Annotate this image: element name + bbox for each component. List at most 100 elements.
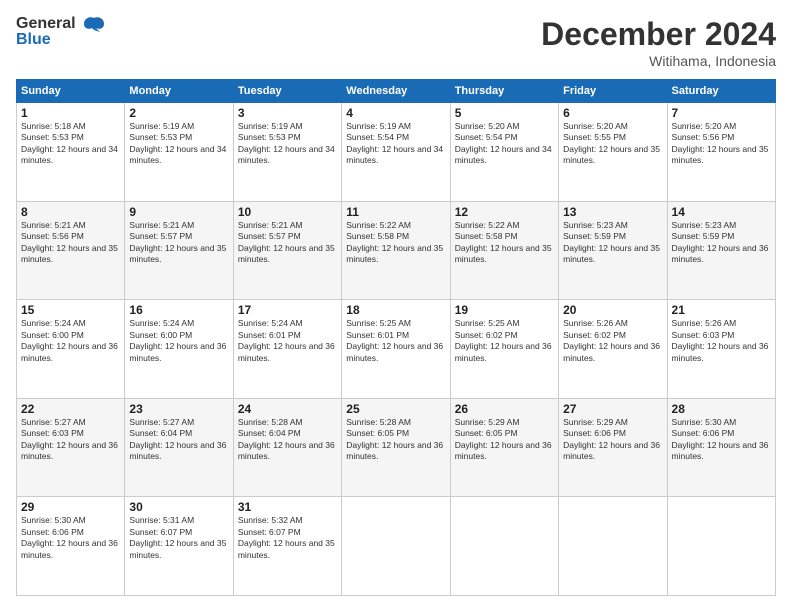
day-number: 23 (129, 402, 228, 416)
day-number: 20 (563, 303, 662, 317)
day-number: 14 (672, 205, 771, 219)
month-title: December 2024 (541, 16, 776, 53)
week-row-3: 15 Sunrise: 5:24 AMSunset: 6:00 PMDaylig… (17, 300, 776, 399)
day-info: Sunrise: 5:24 AMSunset: 6:01 PMDaylight:… (238, 318, 335, 362)
header-saturday: Saturday (667, 80, 775, 103)
calendar-cell: 15 Sunrise: 5:24 AMSunset: 6:00 PMDaylig… (17, 300, 125, 399)
header-thursday: Thursday (450, 80, 558, 103)
calendar-cell: 17 Sunrise: 5:24 AMSunset: 6:01 PMDaylig… (233, 300, 341, 399)
day-info: Sunrise: 5:20 AMSunset: 5:56 PMDaylight:… (672, 121, 769, 165)
calendar-cell: 23 Sunrise: 5:27 AMSunset: 6:04 PMDaylig… (125, 398, 233, 497)
day-info: Sunrise: 5:24 AMSunset: 6:00 PMDaylight:… (21, 318, 118, 362)
day-number: 18 (346, 303, 445, 317)
calendar-cell: 20 Sunrise: 5:26 AMSunset: 6:02 PMDaylig… (559, 300, 667, 399)
calendar-cell: 6 Sunrise: 5:20 AMSunset: 5:55 PMDayligh… (559, 103, 667, 202)
calendar-cell: 30 Sunrise: 5:31 AMSunset: 6:07 PMDaylig… (125, 497, 233, 596)
calendar-cell (559, 497, 667, 596)
calendar-cell: 31 Sunrise: 5:32 AMSunset: 6:07 PMDaylig… (233, 497, 341, 596)
calendar-header-row: Sunday Monday Tuesday Wednesday Thursday… (17, 80, 776, 103)
day-number: 3 (238, 106, 337, 120)
day-info: Sunrise: 5:29 AMSunset: 6:05 PMDaylight:… (455, 417, 552, 461)
logo: General Blue (16, 16, 108, 48)
calendar-cell: 25 Sunrise: 5:28 AMSunset: 6:05 PMDaylig… (342, 398, 450, 497)
calendar-cell (450, 497, 558, 596)
day-number: 22 (21, 402, 120, 416)
calendar-cell: 26 Sunrise: 5:29 AMSunset: 6:05 PMDaylig… (450, 398, 558, 497)
day-number: 16 (129, 303, 228, 317)
calendar-cell: 3 Sunrise: 5:19 AMSunset: 5:53 PMDayligh… (233, 103, 341, 202)
calendar-cell: 29 Sunrise: 5:30 AMSunset: 6:06 PMDaylig… (17, 497, 125, 596)
header: General Blue December 2024 Witihama, Ind… (16, 16, 776, 69)
header-wednesday: Wednesday (342, 80, 450, 103)
day-info: Sunrise: 5:29 AMSunset: 6:06 PMDaylight:… (563, 417, 660, 461)
logo-general: General (16, 16, 76, 32)
day-info: Sunrise: 5:25 AMSunset: 6:02 PMDaylight:… (455, 318, 552, 362)
calendar-cell: 14 Sunrise: 5:23 AMSunset: 5:59 PMDaylig… (667, 201, 775, 300)
calendar-cell: 28 Sunrise: 5:30 AMSunset: 6:06 PMDaylig… (667, 398, 775, 497)
calendar-cell (342, 497, 450, 596)
day-number: 7 (672, 106, 771, 120)
calendar-cell: 13 Sunrise: 5:23 AMSunset: 5:59 PMDaylig… (559, 201, 667, 300)
calendar-cell: 16 Sunrise: 5:24 AMSunset: 6:00 PMDaylig… (125, 300, 233, 399)
day-number: 1 (21, 106, 120, 120)
header-tuesday: Tuesday (233, 80, 341, 103)
header-sunday: Sunday (17, 80, 125, 103)
day-info: Sunrise: 5:19 AMSunset: 5:53 PMDaylight:… (238, 121, 335, 165)
calendar-cell: 5 Sunrise: 5:20 AMSunset: 5:54 PMDayligh… (450, 103, 558, 202)
calendar-cell: 4 Sunrise: 5:19 AMSunset: 5:54 PMDayligh… (342, 103, 450, 202)
day-info: Sunrise: 5:21 AMSunset: 5:57 PMDaylight:… (238, 220, 335, 264)
calendar-cell: 8 Sunrise: 5:21 AMSunset: 5:56 PMDayligh… (17, 201, 125, 300)
day-info: Sunrise: 5:23 AMSunset: 5:59 PMDaylight:… (672, 220, 769, 264)
day-info: Sunrise: 5:21 AMSunset: 5:57 PMDaylight:… (129, 220, 226, 264)
day-number: 17 (238, 303, 337, 317)
day-info: Sunrise: 5:32 AMSunset: 6:07 PMDaylight:… (238, 515, 335, 559)
day-number: 4 (346, 106, 445, 120)
header-friday: Friday (559, 80, 667, 103)
day-number: 13 (563, 205, 662, 219)
day-info: Sunrise: 5:30 AMSunset: 6:06 PMDaylight:… (672, 417, 769, 461)
calendar-cell: 11 Sunrise: 5:22 AMSunset: 5:58 PMDaylig… (342, 201, 450, 300)
logo-blue-text: Blue (16, 32, 76, 48)
day-info: Sunrise: 5:28 AMSunset: 6:05 PMDaylight:… (346, 417, 443, 461)
day-info: Sunrise: 5:24 AMSunset: 6:00 PMDaylight:… (129, 318, 226, 362)
calendar-cell: 2 Sunrise: 5:19 AMSunset: 5:53 PMDayligh… (125, 103, 233, 202)
day-info: Sunrise: 5:23 AMSunset: 5:59 PMDaylight:… (563, 220, 660, 264)
day-number: 21 (672, 303, 771, 317)
day-info: Sunrise: 5:19 AMSunset: 5:53 PMDaylight:… (129, 121, 226, 165)
location: Witihama, Indonesia (541, 53, 776, 69)
calendar-cell: 19 Sunrise: 5:25 AMSunset: 6:02 PMDaylig… (450, 300, 558, 399)
day-info: Sunrise: 5:22 AMSunset: 5:58 PMDaylight:… (346, 220, 443, 264)
week-row-5: 29 Sunrise: 5:30 AMSunset: 6:06 PMDaylig… (17, 497, 776, 596)
day-info: Sunrise: 5:21 AMSunset: 5:56 PMDaylight:… (21, 220, 118, 264)
day-info: Sunrise: 5:22 AMSunset: 5:58 PMDaylight:… (455, 220, 552, 264)
day-number: 25 (346, 402, 445, 416)
day-number: 12 (455, 205, 554, 219)
day-info: Sunrise: 5:25 AMSunset: 6:01 PMDaylight:… (346, 318, 443, 362)
calendar-cell: 12 Sunrise: 5:22 AMSunset: 5:58 PMDaylig… (450, 201, 558, 300)
day-number: 24 (238, 402, 337, 416)
day-info: Sunrise: 5:30 AMSunset: 6:06 PMDaylight:… (21, 515, 118, 559)
day-info: Sunrise: 5:20 AMSunset: 5:54 PMDaylight:… (455, 121, 552, 165)
day-info: Sunrise: 5:20 AMSunset: 5:55 PMDaylight:… (563, 121, 660, 165)
day-info: Sunrise: 5:27 AMSunset: 6:03 PMDaylight:… (21, 417, 118, 461)
day-number: 26 (455, 402, 554, 416)
day-info: Sunrise: 5:26 AMSunset: 6:02 PMDaylight:… (563, 318, 660, 362)
calendar-cell: 9 Sunrise: 5:21 AMSunset: 5:57 PMDayligh… (125, 201, 233, 300)
day-number: 28 (672, 402, 771, 416)
day-number: 11 (346, 205, 445, 219)
calendar-cell: 27 Sunrise: 5:29 AMSunset: 6:06 PMDaylig… (559, 398, 667, 497)
day-number: 9 (129, 205, 228, 219)
day-number: 6 (563, 106, 662, 120)
day-number: 5 (455, 106, 554, 120)
day-info: Sunrise: 5:19 AMSunset: 5:54 PMDaylight:… (346, 121, 443, 165)
day-info: Sunrise: 5:31 AMSunset: 6:07 PMDaylight:… (129, 515, 226, 559)
day-number: 2 (129, 106, 228, 120)
day-number: 10 (238, 205, 337, 219)
calendar-cell: 1 Sunrise: 5:18 AMSunset: 5:53 PMDayligh… (17, 103, 125, 202)
calendar-table: Sunday Monday Tuesday Wednesday Thursday… (16, 79, 776, 596)
logo-bird-icon (80, 14, 108, 42)
week-row-1: 1 Sunrise: 5:18 AMSunset: 5:53 PMDayligh… (17, 103, 776, 202)
calendar-cell: 22 Sunrise: 5:27 AMSunset: 6:03 PMDaylig… (17, 398, 125, 497)
calendar-page: General Blue December 2024 Witihama, Ind… (0, 0, 792, 612)
calendar-cell (667, 497, 775, 596)
